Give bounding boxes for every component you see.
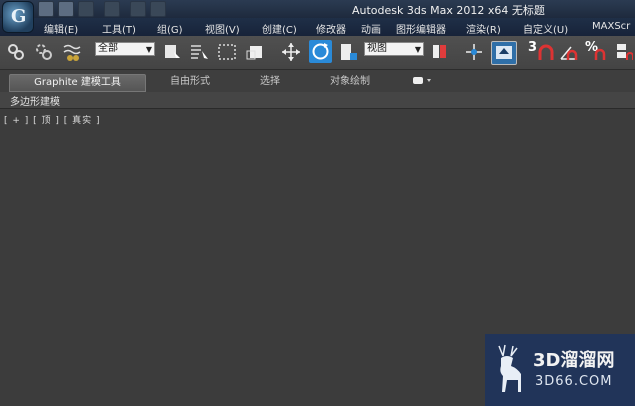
chevron-down-icon: ▼: [145, 45, 152, 54]
chevron-down-icon: ▼: [414, 45, 421, 54]
ribbon-options-icon: [413, 77, 431, 84]
menu-tools[interactable]: 工具(T): [102, 21, 136, 36]
link-icon[interactable]: [6, 42, 26, 62]
open-file-icon[interactable]: [58, 1, 74, 17]
menu-bar: 编辑(E) 工具(T) 组(G) 视图(V) 创建(C) 修改器 动画 图形编辑…: [0, 18, 635, 36]
window-crossing-icon[interactable]: [245, 42, 265, 62]
menu-customize[interactable]: 自定义(U): [523, 21, 568, 36]
menu-create[interactable]: 创建(C): [262, 21, 297, 36]
rect-selection-region-icon[interactable]: [217, 42, 237, 62]
undo-icon[interactable]: [104, 1, 120, 17]
spinner-snap-icon[interactable]: [613, 42, 633, 62]
viewport-label[interactable]: [ + ] [ 顶 ] [ 真实 ]: [4, 113, 101, 126]
menu-modifiers[interactable]: 修改器: [316, 21, 346, 36]
qat-dropdown-icon[interactable]: [150, 1, 166, 17]
menu-rendering[interactable]: 渲染(R): [466, 21, 501, 36]
new-file-icon[interactable]: [38, 1, 54, 17]
snaps-toggle-icon[interactable]: [536, 42, 556, 62]
percent-snap-icon[interactable]: [592, 42, 612, 62]
select-rotate-icon[interactable]: [309, 40, 332, 63]
menu-maxscript[interactable]: MAXScr: [592, 21, 630, 32]
reference-coordinate-dropdown[interactable]: 视图 ▼: [364, 42, 424, 56]
tab-freeform[interactable]: 自由形式: [160, 74, 220, 90]
select-manipulate-icon[interactable]: [464, 42, 484, 62]
select-by-name-icon[interactable]: [189, 42, 209, 62]
ribbon-panel-bar: 多边形建模: [0, 92, 635, 109]
select-scale-icon[interactable]: [338, 42, 358, 62]
select-object-icon[interactable]: [162, 42, 182, 62]
keyboard-shortcut-override-icon[interactable]: [491, 41, 517, 65]
watermark: 3D溜溜网 3D66.COM: [485, 334, 635, 406]
ribbon-tab-bar: Graphite 建模工具 自由形式 选择 对象绘制: [0, 70, 635, 93]
select-move-icon[interactable]: [281, 42, 301, 62]
unlink-icon[interactable]: [34, 42, 54, 62]
selection-filter-dropdown[interactable]: 全部 ▼: [95, 42, 155, 56]
angle-snap-icon[interactable]: [558, 42, 578, 62]
main-toolbar: 全部 ▼ 视图 ▼ 3 %: [0, 36, 635, 70]
watermark-brand: 3D溜溜网: [533, 350, 615, 371]
tab-graphite-modeling-tools[interactable]: Graphite 建模工具: [9, 74, 146, 92]
bind-space-warp-icon[interactable]: [62, 42, 82, 62]
pivot-center-icon[interactable]: [430, 42, 450, 62]
save-file-icon[interactable]: [78, 1, 94, 17]
menu-graph-editors[interactable]: 图形编辑器: [396, 21, 446, 36]
tab-selection[interactable]: 选择: [250, 74, 290, 90]
redo-icon[interactable]: [130, 1, 146, 17]
title-bar: Autodesk 3ds Max 2012 x64 无标题: [0, 0, 635, 18]
tab-object-paint[interactable]: 对象绘制: [320, 74, 380, 90]
ribbon-options-button[interactable]: [410, 74, 434, 90]
watermark-url: 3D66.COM: [535, 374, 613, 389]
polygon-modeling-panel-label[interactable]: 多边形建模: [10, 93, 60, 108]
deer-logo-icon: [498, 344, 521, 392]
quick-access-toolbar: [38, 1, 166, 17]
app-logo-icon: G: [11, 6, 27, 27]
menu-animation[interactable]: 动画: [361, 21, 381, 36]
app-logo-button[interactable]: G: [2, 1, 34, 33]
menu-views[interactable]: 视图(V): [205, 21, 240, 36]
selection-filter-value: 全部: [98, 43, 118, 54]
menu-group[interactable]: 组(G): [157, 21, 183, 36]
menu-edit[interactable]: 编辑(E): [44, 21, 78, 36]
window-title: Autodesk 3ds Max 2012 x64 无标题: [352, 4, 545, 17]
reference-coordinate-value: 视图: [367, 43, 387, 54]
